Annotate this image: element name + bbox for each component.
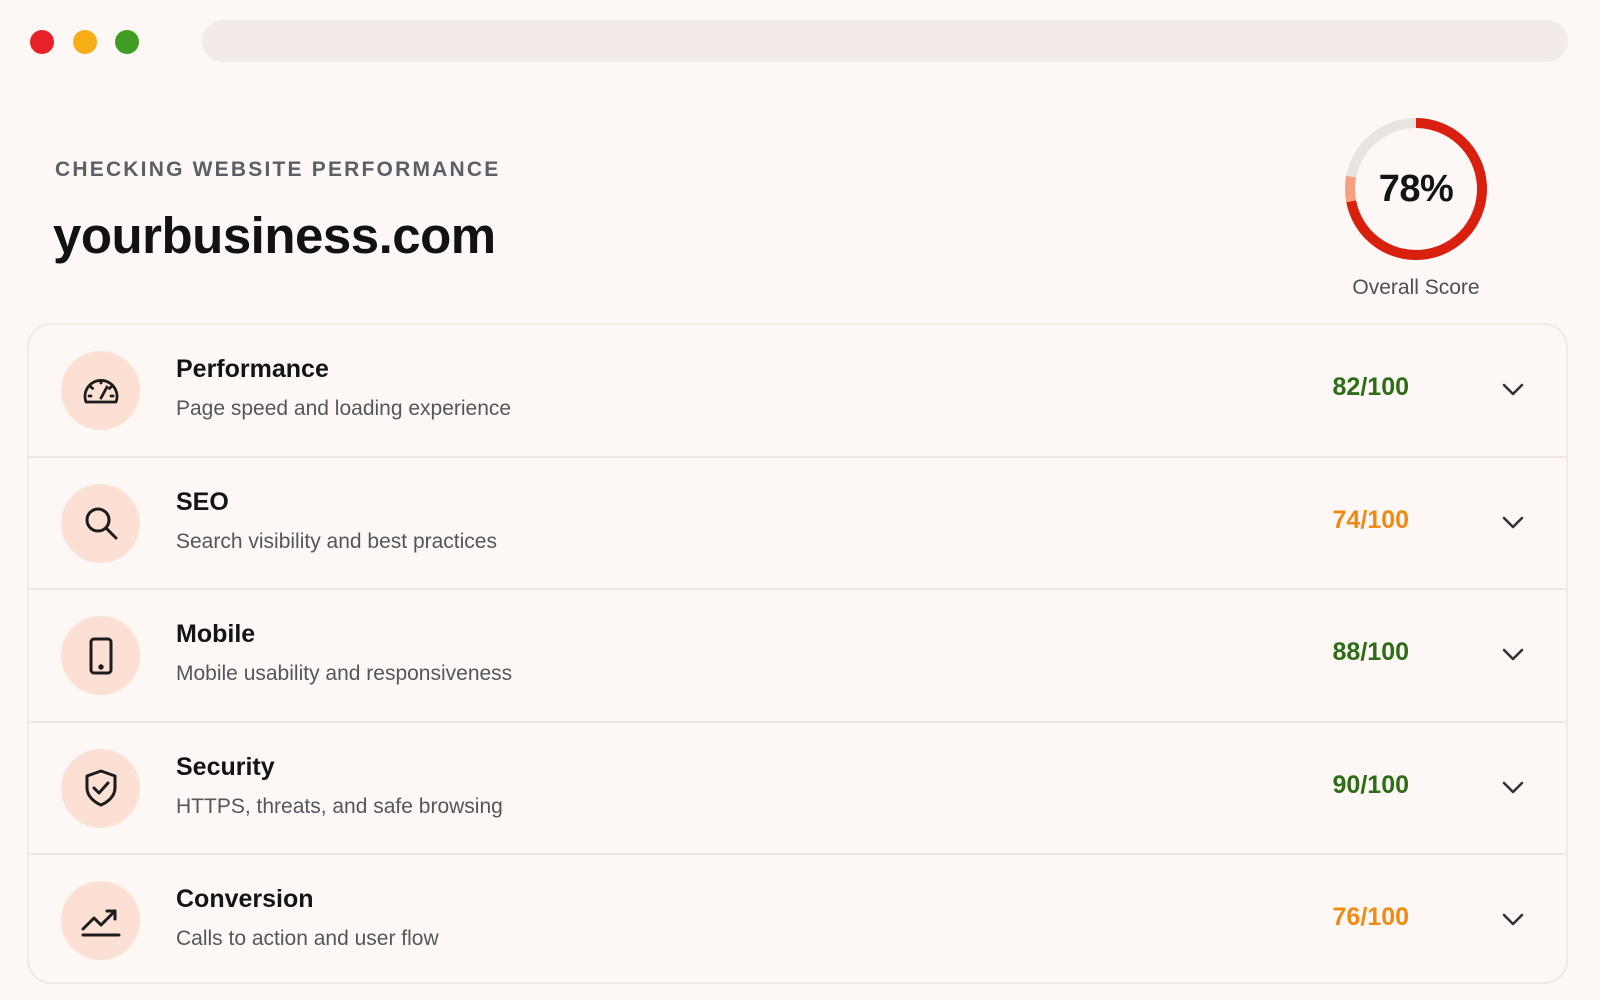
category-title: Mobile: [176, 620, 256, 649]
category-description: HTTPS, threats, and safe browsing: [176, 794, 503, 818]
category-row-seo[interactable]: SEO Search visibility and best practices 7…: [29, 458, 1566, 591]
shield-check-icon: [61, 748, 140, 828]
window-minimize-button[interactable]: [73, 30, 97, 54]
category-list: Performance Page speed and loading experi…: [27, 323, 1568, 984]
category-score: 88/100: [1332, 638, 1409, 667]
window-titlebar: [0, 0, 1600, 84]
category-description: Search visibility and best practices: [176, 529, 497, 553]
chevron-down-icon[interactable]: [1501, 911, 1525, 929]
category-score: 82/100: [1332, 373, 1409, 401]
mobile-phone-icon: [61, 616, 140, 696]
window-close-button[interactable]: [30, 30, 54, 54]
chevron-down-icon[interactable]: [1501, 779, 1525, 797]
chevron-down-icon[interactable]: [1501, 646, 1525, 664]
category-title: Conversion: [176, 885, 314, 914]
category-row-mobile[interactable]: Mobile Mobile usability and responsivenes…: [29, 590, 1566, 723]
category-score: 90/100: [1332, 770, 1409, 799]
overall-score-ring: 78%: [1343, 116, 1489, 262]
speedometer-icon: [61, 351, 140, 430]
category-row-security[interactable]: Security HTTPS, threats, and safe browsin…: [29, 723, 1566, 856]
category-title: SEO: [176, 487, 229, 516]
overall-score-value: 78%: [1378, 167, 1454, 210]
address-bar[interactable]: [202, 20, 1568, 62]
category-score: 76/100: [1332, 903, 1409, 932]
category-title: Security: [176, 752, 275, 781]
category-score: 74/100: [1332, 505, 1409, 534]
chevron-down-icon[interactable]: [1501, 514, 1525, 532]
chevron-down-icon[interactable]: [1501, 381, 1525, 399]
search-icon: [61, 483, 140, 563]
category-title: Performance: [176, 355, 329, 383]
trend-up-icon: [61, 881, 140, 961]
category-row-conversion[interactable]: Conversion Calls to action and user flow 7…: [29, 855, 1566, 982]
page-title-domain: yourbusiness.com: [53, 207, 496, 264]
category-description: Mobile usability and responsiveness: [176, 662, 513, 686]
window-maximize-button[interactable]: [115, 30, 139, 54]
category-description: Calls to action and user flow: [176, 927, 439, 951]
overall-score-label: Overall Score: [1352, 276, 1480, 299]
category-row-performance[interactable]: Performance Page speed and loading experi…: [29, 325, 1566, 458]
category-description: Page speed and loading experience: [176, 397, 512, 420]
page-eyebrow: CHECKING WEBSITE PERFORMANCE: [55, 158, 501, 181]
